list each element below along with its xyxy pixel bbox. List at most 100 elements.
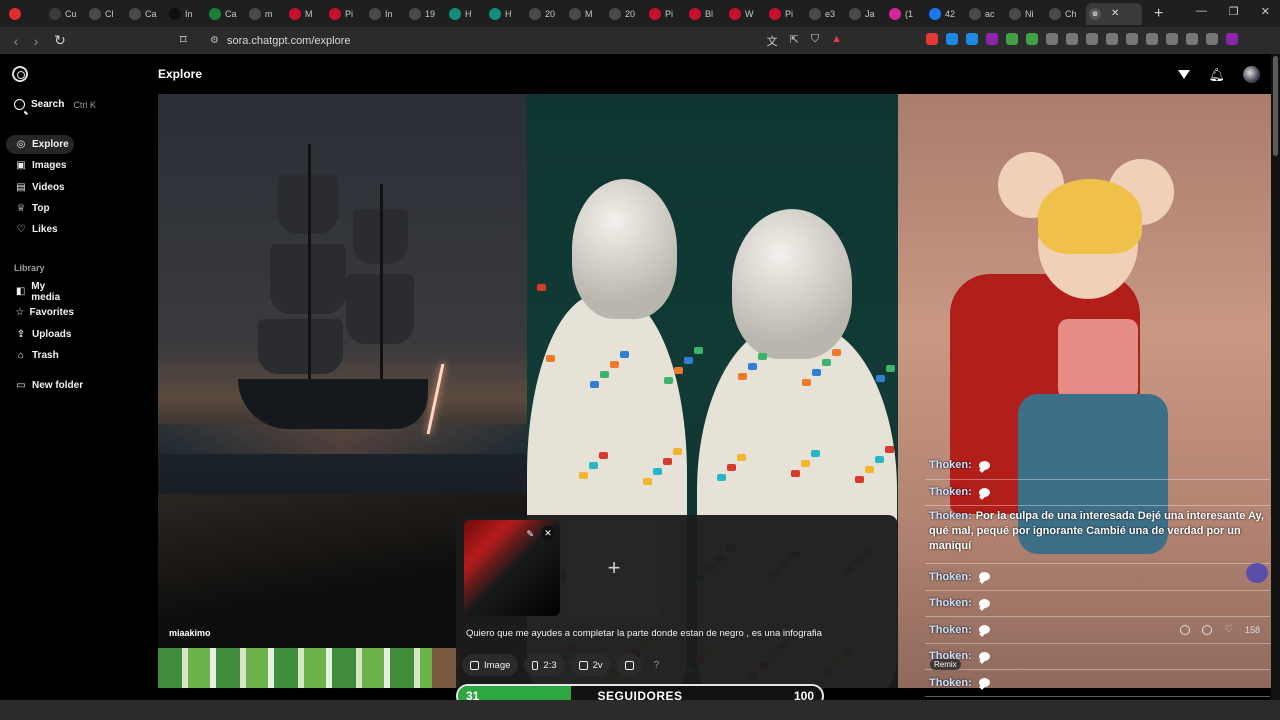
- sidebar-item-trash[interactable]: ⌂ Trash: [6, 346, 74, 365]
- prompt-input[interactable]: Quiero que me ayudes a completar la part…: [466, 628, 891, 639]
- browser-tab[interactable]: Ja: [846, 3, 886, 25]
- browser-tab[interactable]: H: [446, 3, 486, 25]
- remove-image-icon[interactable]: ✕: [541, 526, 555, 540]
- maximize-button[interactable]: ❐: [1229, 5, 1239, 18]
- page-scrollbar[interactable]: [1271, 54, 1280, 700]
- openai-logo-icon[interactable]: [12, 66, 28, 82]
- extension-icon[interactable]: [1206, 33, 1218, 45]
- browser-tab[interactable]: (1: [886, 3, 926, 25]
- browser-tab[interactable]: Ca: [126, 3, 166, 25]
- emoji-icon[interactable]: [1180, 624, 1190, 635]
- star-icon: ☆: [15, 307, 25, 319]
- avatar[interactable]: [1243, 66, 1260, 83]
- extension-icon[interactable]: [926, 33, 938, 45]
- browser-tab[interactable]: Pi: [646, 3, 686, 25]
- ship-mast: [308, 144, 311, 394]
- remix-label[interactable]: Remix: [930, 659, 961, 670]
- sidebar-item-favorites[interactable]: ☆ Favorites: [6, 303, 74, 322]
- filter-icon[interactable]: [1178, 70, 1191, 79]
- active-tab[interactable]: ⊙ ✕: [1086, 2, 1142, 25]
- help-icon[interactable]: ?: [654, 660, 660, 671]
- sidebar-item-uploads[interactable]: ⇪ Uploads: [6, 325, 74, 344]
- extension-icon[interactable]: [946, 33, 958, 45]
- tab-favicon-icon: [89, 7, 101, 20]
- extension-icon[interactable]: [1066, 33, 1078, 45]
- variations-button[interactable]: 2v: [570, 654, 611, 676]
- scrollbar-thumb[interactable]: [1273, 56, 1278, 156]
- translate-icon[interactable]: 文: [767, 33, 778, 49]
- extension-icon[interactable]: [1166, 33, 1178, 45]
- chat-username: Thoken:: [929, 570, 972, 583]
- sidebar-item-likes[interactable]: ♡ Likes: [6, 220, 74, 239]
- tab-favicon-icon: [409, 7, 421, 20]
- media-type-button[interactable]: Image: [462, 654, 519, 676]
- bookmark-icon[interactable]: ⌑: [180, 32, 187, 48]
- shield-icon[interactable]: ⛉: [811, 33, 819, 49]
- reload-button[interactable]: ↻: [50, 32, 70, 49]
- sidebar-item-my-media[interactable]: ◧ My media: [6, 281, 74, 303]
- browser-tab[interactable]: Ni: [1006, 3, 1046, 25]
- browser-tab[interactable]: m: [246, 3, 286, 25]
- browser-tab[interactable]: e3: [806, 3, 846, 25]
- explore-tile-collage[interactable]: [158, 648, 455, 688]
- extension-icon[interactable]: [1226, 33, 1238, 45]
- browser-tab[interactable]: H: [486, 3, 526, 25]
- back-button[interactable]: ‹: [6, 33, 26, 49]
- extension-icon[interactable]: [1186, 33, 1198, 45]
- browser-tab[interactable]: Ca: [206, 3, 246, 25]
- tab-title: 19: [425, 8, 436, 19]
- browser-tab[interactable]: 19: [406, 3, 446, 25]
- extension-icon[interactable]: [1046, 33, 1058, 45]
- add-media-button[interactable]: +: [566, 520, 662, 616]
- browser-tab[interactable]: In: [366, 3, 406, 25]
- attached-image-thumbnail[interactable]: ✎ ✕: [464, 520, 560, 616]
- address-bar[interactable]: ⚙ sora.chatgpt.com/explore 文 ⇱ ⛉ ▲: [200, 30, 852, 51]
- browser-tab[interactable]: 20: [606, 3, 646, 25]
- forward-button[interactable]: ›: [26, 33, 46, 49]
- browser-tab[interactable]: M: [286, 3, 326, 25]
- tab-title: Ja: [865, 8, 875, 19]
- browser-tab[interactable]: Cl: [86, 3, 126, 25]
- aspect-ratio-button[interactable]: 2:3: [524, 654, 565, 676]
- extension-icon[interactable]: [986, 33, 998, 45]
- browser-tab[interactable]: Ch: [1046, 3, 1086, 25]
- rewards-icon[interactable]: ▲: [831, 33, 842, 49]
- browser-tab[interactable]: ac: [966, 3, 1006, 25]
- browser-tab[interactable]: M: [566, 3, 606, 25]
- presets-button[interactable]: [616, 654, 642, 676]
- extension-icon[interactable]: [966, 33, 978, 45]
- extension-icon[interactable]: [1026, 33, 1038, 45]
- browser-tab[interactable]: [6, 3, 46, 25]
- like-heart-icon[interactable]: ♡: [1224, 624, 1233, 635]
- extension-icon[interactable]: [1086, 33, 1098, 45]
- sidebar-item-explore[interactable]: ◎ Explore: [6, 135, 74, 154]
- zoom-icon[interactable]: [1202, 624, 1212, 635]
- share-icon[interactable]: ⇱: [790, 33, 799, 49]
- tab-close-icon[interactable]: ✕: [1111, 8, 1119, 19]
- minimize-button[interactable]: —: [1196, 5, 1207, 18]
- notification-bell-icon[interactable]: 🔔︎: [1208, 67, 1225, 83]
- sidebar-item-top[interactable]: ♕ Top: [6, 199, 74, 218]
- extension-icon[interactable]: [1006, 33, 1018, 45]
- browser-tab[interactable]: W: [726, 3, 766, 25]
- speech-bubble-icon: [978, 487, 990, 497]
- browser-tab[interactable]: 42: [926, 3, 966, 25]
- browser-tab[interactable]: Pi: [326, 3, 366, 25]
- new-tab-button[interactable]: +: [1154, 5, 1163, 23]
- browser-tab[interactable]: In: [166, 3, 206, 25]
- search-button[interactable]: Search Ctrl K: [14, 99, 96, 110]
- extension-icon[interactable]: [1126, 33, 1138, 45]
- new-folder-button[interactable]: ▭ New folder: [6, 376, 96, 395]
- browser-tab[interactable]: Pi: [766, 3, 806, 25]
- close-window-button[interactable]: ✕: [1261, 5, 1270, 18]
- extension-icon[interactable]: [1106, 33, 1118, 45]
- sidebar-item-images[interactable]: ▣ Images: [6, 156, 74, 175]
- site-info-icon[interactable]: ⚙: [210, 35, 219, 46]
- browser-tab[interactable]: Bl: [686, 3, 726, 25]
- edit-pencil-icon[interactable]: ✎: [526, 529, 534, 540]
- extension-icon[interactable]: [1146, 33, 1158, 45]
- sidebar-item-videos[interactable]: ▤ Videos: [6, 178, 74, 197]
- browser-tab[interactable]: 20: [526, 3, 566, 25]
- browser-tab[interactable]: Cu: [46, 3, 86, 25]
- tile-author[interactable]: miaakimo: [169, 628, 211, 638]
